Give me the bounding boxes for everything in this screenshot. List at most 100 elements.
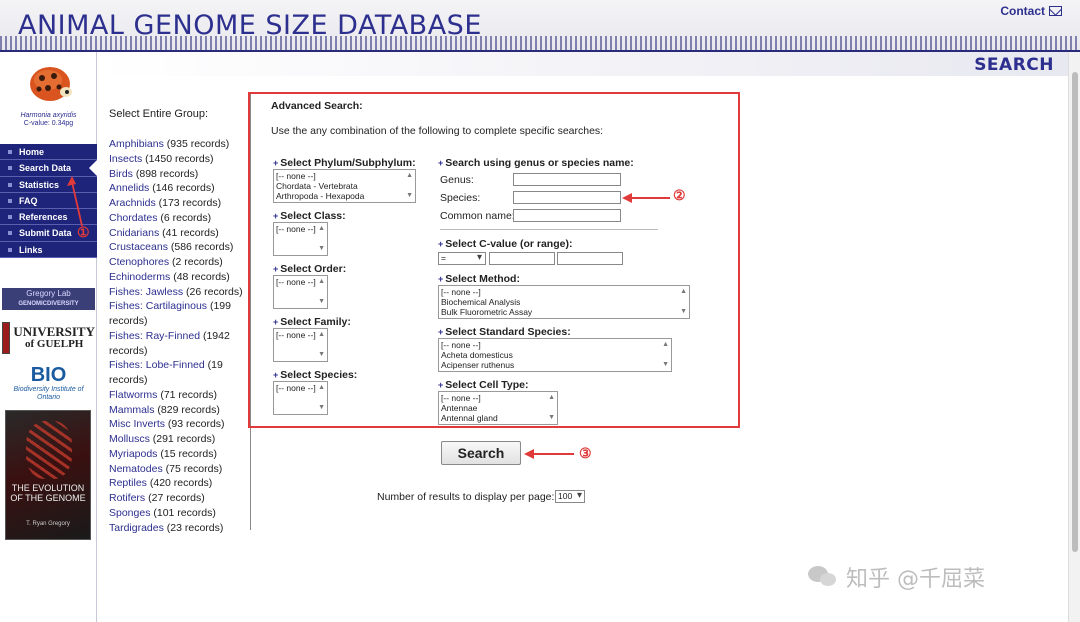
family-label: Select Family:	[273, 316, 351, 328]
group-list-item: Fishes: Jawless (26 records)	[109, 285, 251, 300]
group-link[interactable]: Arachnids	[109, 197, 156, 209]
group-list-item: Echinoderms (48 records)	[109, 270, 251, 285]
nav-links[interactable]: Links	[0, 241, 97, 259]
guelph-line2: of GUELPH	[24, 338, 84, 350]
order-select[interactable]: [-- none --]	[273, 275, 328, 309]
standard-species-select[interactable]: [-- none --] Acheta domesticus Acipenser…	[438, 338, 672, 372]
group-link[interactable]: Flatworms	[109, 389, 157, 401]
listbox-scroll-arrows[interactable]	[316, 223, 327, 255]
page-title: SEARCH	[974, 55, 1054, 75]
method-option[interactable]: Biochemical Analysis	[441, 297, 687, 307]
cell-type-option[interactable]: Antennal gland	[441, 413, 555, 423]
guelph-crest-icon	[2, 322, 11, 354]
group-link[interactable]: Annelids	[109, 182, 149, 194]
group-link[interactable]: Myriapods	[109, 448, 157, 460]
group-record-count: (1450 records)	[142, 152, 214, 165]
family-select[interactable]: [-- none --]	[273, 328, 328, 362]
group-link[interactable]: Fishes: Lobe-Finned	[109, 359, 205, 371]
group-link[interactable]: Misc Inverts	[109, 418, 165, 430]
group-link[interactable]: Tardigrades	[109, 522, 164, 534]
group-record-count: (898 records)	[132, 167, 199, 180]
scroll-thumb[interactable]	[1072, 72, 1078, 552]
search-button[interactable]: Search	[441, 441, 521, 465]
advanced-search-description: Use the any combination of the following…	[271, 125, 604, 137]
cell-type-label: Select Cell Type:	[438, 379, 528, 391]
guelph-logo[interactable]: UNIVERSITY of GUELPH	[2, 318, 95, 358]
standard-species-option[interactable]: [-- none --]	[441, 340, 669, 350]
cvalue-max-input[interactable]	[557, 252, 623, 265]
method-option[interactable]: [-- none --]	[441, 287, 687, 297]
standard-species-option[interactable]: Acipenser ruthenus	[441, 360, 669, 370]
phylum-option[interactable]: Arthropoda - Hexapoda	[276, 191, 413, 201]
group-link[interactable]: Rotifers	[109, 492, 145, 504]
book-cover[interactable]: THE EVOLUTION OF THE GENOME T. Ryan Greg…	[5, 410, 91, 540]
cell-type-option[interactable]: Antennae	[441, 403, 555, 413]
book-title: THE EVOLUTION OF THE GENOME	[10, 483, 86, 503]
group-record-count: (586 records)	[167, 241, 234, 254]
listbox-scroll-arrows[interactable]	[404, 170, 415, 202]
listbox-scroll-arrows[interactable]	[316, 329, 327, 361]
group-list-item: Chordates (6 records)	[109, 211, 251, 226]
content-header-bar: SEARCH	[97, 52, 1068, 76]
standard-species-option[interactable]: Acheta domesticus	[441, 350, 669, 360]
annotation-arrowhead-3	[524, 449, 534, 459]
group-list-item: Crustaceans (586 records)	[109, 240, 251, 255]
group-link[interactable]: Insects	[109, 153, 142, 165]
method-option[interactable]: Bulk Fluorometric Assay	[441, 307, 687, 317]
cvalue-operator-select[interactable]: =	[438, 252, 486, 265]
group-link[interactable]: Fishes: Jawless	[109, 286, 183, 298]
gregory-lab-subtitle: GENOMICDIVERSITY	[18, 301, 79, 307]
method-select[interactable]: [-- none --] Biochemical Analysis Bulk F…	[438, 285, 690, 319]
listbox-scroll-arrows[interactable]	[316, 382, 327, 414]
genus-input[interactable]	[513, 173, 621, 186]
bio-logo[interactable]: BIO Biodiversity Institute of Ontario	[2, 364, 95, 404]
cvalue-label: Select C-value (or range):	[438, 238, 572, 250]
ladybug-icon	[30, 67, 72, 101]
order-label: Select Order:	[273, 263, 346, 275]
nav-search-data[interactable]: Search Data	[0, 160, 97, 177]
class-select[interactable]: [-- none --]	[273, 222, 328, 256]
watermark: 知乎 @千屈菜	[808, 562, 1058, 592]
group-link[interactable]: Molluscs	[109, 433, 150, 445]
group-link[interactable]: Cnidarians	[109, 227, 159, 239]
group-link[interactable]: Chordates	[109, 212, 157, 224]
watermark-text: 知乎 @千屈菜	[846, 567, 985, 592]
species-select[interactable]: [-- none --]	[273, 381, 328, 415]
listbox-scroll-arrows[interactable]	[660, 339, 671, 371]
listbox-scroll-arrows[interactable]	[678, 286, 689, 318]
group-link[interactable]: Ctenophores	[109, 256, 169, 268]
cell-type-option[interactable]: [-- none --]	[441, 393, 555, 403]
group-link[interactable]: Nematodes	[109, 463, 163, 475]
group-link[interactable]: Fishes: Ray-Finned	[109, 330, 200, 342]
phylum-select[interactable]: [-- none --] Chordata - Vertebrata Arthr…	[273, 169, 416, 203]
results-per-page-select[interactable]: 100	[555, 490, 585, 503]
contact-link[interactable]: Contact	[1000, 4, 1062, 18]
group-link[interactable]: Mammals	[109, 404, 155, 416]
gregory-lab-logo[interactable]: Gregory Lab GENOMICDIVERSITY	[2, 288, 95, 310]
group-list-item: Birds (898 records)	[109, 167, 251, 182]
nav-home[interactable]: Home	[0, 144, 97, 161]
group-link[interactable]: Amphibians	[109, 138, 164, 150]
species-caption: Harmonia axyridis C-value: 0.34pg	[0, 112, 97, 128]
species-name-label: Species:	[440, 192, 481, 204]
group-link[interactable]: Echinoderms	[109, 271, 170, 283]
group-link[interactable]: Crustaceans	[109, 241, 168, 253]
phylum-option[interactable]: [-- none --]	[276, 171, 413, 181]
cell-type-select[interactable]: [-- none --] Antennae Antennal gland	[438, 391, 558, 425]
group-link[interactable]: Fishes: Cartilaginous	[109, 300, 207, 312]
group-link[interactable]: Reptiles	[109, 477, 147, 489]
group-link[interactable]: Sponges	[109, 507, 150, 519]
annotation-marker-2: ②	[673, 187, 686, 203]
listbox-scroll-arrows[interactable]	[316, 276, 327, 308]
species-input[interactable]	[513, 191, 621, 204]
listbox-scroll-arrows[interactable]	[546, 392, 557, 424]
dna-helix-icon	[26, 421, 72, 479]
common-name-input[interactable]	[513, 209, 621, 222]
group-list-item: Insects (1450 records)	[109, 152, 251, 167]
group-link[interactable]: Birds	[109, 168, 133, 180]
page-scrollbar[interactable]	[1068, 52, 1080, 622]
cvalue-min-input[interactable]	[489, 252, 555, 265]
bio-text: BIO	[30, 364, 67, 386]
phylum-option[interactable]: Chordata - Vertebrata	[276, 181, 413, 191]
group-record-count: (6 records)	[157, 211, 212, 224]
